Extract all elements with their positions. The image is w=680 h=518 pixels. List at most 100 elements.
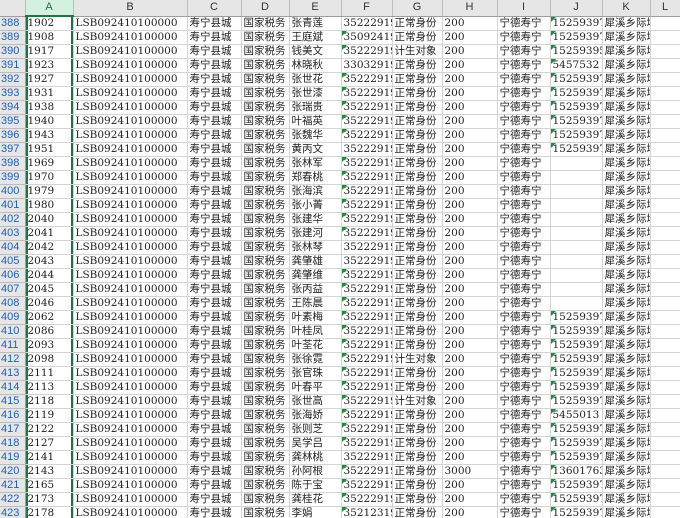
cell-col-h[interactable]: 200 (442, 324, 498, 339)
cell-col-g[interactable]: 计生对象 (392, 394, 443, 409)
row-header[interactable]: 391 (0, 58, 26, 73)
cell-col-a[interactable]: 2086 (25, 324, 74, 339)
cell-col-e[interactable]: 王陈晨 (289, 296, 342, 311)
cell-col-j[interactable] (550, 282, 603, 297)
cell-col-d[interactable]: 国家税务 (241, 156, 290, 171)
cell-col-a[interactable]: 2042 (25, 240, 74, 255)
row-header[interactable]: 404 (0, 240, 26, 255)
cell-col-b[interactable]: LSB092410100000 (73, 240, 188, 255)
cell-col-h[interactable]: 200 (442, 422, 498, 437)
cell-col-d[interactable]: 国家税务 (241, 478, 290, 493)
cell-col-l[interactable] (650, 366, 680, 381)
cell-col-e[interactable]: 张世漆 (289, 86, 342, 101)
cell-col-c[interactable]: 寿宁县城 (187, 408, 242, 423)
cell-col-k[interactable]: 犀溪乡际坑村 (602, 338, 651, 353)
cell-col-b[interactable]: LSB092410100000 (73, 436, 188, 451)
cell-col-c[interactable]: 寿宁县城 (187, 352, 242, 367)
row-header[interactable]: 390 (0, 44, 26, 59)
cell-col-a[interactable]: 2143 (25, 464, 74, 479)
cell-col-a[interactable]: 2178 (25, 506, 74, 518)
cell-col-i[interactable]: 宁德寿宁 (497, 44, 551, 59)
cell-col-k[interactable]: 犀溪乡际坑村 (602, 352, 651, 367)
cell-col-j[interactable]: 15259397 (550, 422, 603, 437)
cell-col-g[interactable]: 正常身份 (392, 16, 443, 31)
cell-col-c[interactable]: 寿宁县城 (187, 226, 242, 241)
cell-col-e[interactable]: 龚桂花 (289, 492, 342, 507)
row-header[interactable]: 417 (0, 422, 26, 437)
cell-col-j[interactable] (550, 296, 603, 311)
cell-col-k[interactable]: 犀溪乡际坑村 (602, 436, 651, 451)
row-header[interactable]: 405 (0, 254, 26, 269)
cell-col-c[interactable]: 寿宁县城 (187, 506, 242, 518)
cell-col-k[interactable]: 犀溪乡际坑村 (602, 254, 651, 269)
cell-col-l[interactable] (650, 212, 680, 227)
cell-col-e[interactable]: 张丙益 (289, 282, 342, 297)
cell-col-k[interactable]: 犀溪乡际坑村 (602, 114, 651, 129)
cell-col-g[interactable]: 正常身份 (392, 506, 443, 518)
cell-col-b[interactable]: LSB092410100000 (73, 352, 188, 367)
cell-col-g[interactable]: 正常身份 (392, 296, 443, 311)
cell-col-j[interactable] (550, 198, 603, 213)
cell-col-h[interactable]: 200 (442, 142, 498, 157)
cell-col-f[interactable]: 35222919 (341, 422, 393, 437)
cell-col-j[interactable]: 15259397 (550, 366, 603, 381)
cell-col-f[interactable]: 35222919 (341, 282, 393, 297)
cell-col-i[interactable]: 宁德寿宁 (497, 198, 551, 213)
cell-col-a[interactable]: 1951 (25, 142, 74, 157)
cell-col-k[interactable]: 犀溪乡际坑村 (602, 128, 651, 143)
cell-col-a[interactable]: 1902 (25, 16, 74, 31)
cell-col-f[interactable]: 35222919 (341, 114, 393, 129)
cell-col-d[interactable]: 国家税务 (241, 296, 290, 311)
cell-col-j[interactable]: 15259397 (550, 324, 603, 339)
cell-col-i[interactable]: 宁德寿宁 (497, 268, 551, 283)
cell-col-g[interactable]: 正常身份 (392, 30, 443, 45)
cell-col-b[interactable]: LSB092410100000 (73, 296, 188, 311)
cell-col-l[interactable] (650, 170, 680, 185)
cell-col-l[interactable] (650, 240, 680, 255)
cell-col-j[interactable]: 15259397 (550, 16, 603, 31)
cell-col-b[interactable]: LSB092410100000 (73, 72, 188, 87)
cell-col-e[interactable]: 孙阿根 (289, 464, 342, 479)
cell-col-k[interactable]: 犀溪乡际坑村 (602, 226, 651, 241)
cell-col-j[interactable] (550, 268, 603, 283)
cell-col-i[interactable]: 宁德寿宁 (497, 254, 551, 269)
cell-col-d[interactable]: 国家税务 (241, 492, 290, 507)
cell-col-d[interactable]: 国家税务 (241, 450, 290, 465)
cell-col-j[interactable] (550, 254, 603, 269)
cell-col-a[interactable]: 2118 (25, 394, 74, 409)
cell-col-l[interactable] (650, 44, 680, 59)
cell-col-e[interactable]: 龚林桃 (289, 450, 342, 465)
cell-col-e[interactable]: 张建河 (289, 226, 342, 241)
cell-col-j[interactable] (550, 184, 603, 199)
cell-col-h[interactable]: 200 (442, 240, 498, 255)
cell-col-b[interactable]: LSB092410100000 (73, 478, 188, 493)
row-header[interactable]: 416 (0, 408, 26, 423)
cell-col-l[interactable] (650, 506, 680, 518)
cell-col-d[interactable]: 国家税务 (241, 254, 290, 269)
column-header[interactable]: L (650, 0, 680, 17)
cell-col-j[interactable] (550, 240, 603, 255)
row-header[interactable]: 413 (0, 366, 26, 381)
cell-col-g[interactable]: 正常身份 (392, 478, 443, 493)
cell-col-g[interactable]: 正常身份 (392, 380, 443, 395)
cell-col-h[interactable]: 200 (442, 338, 498, 353)
cell-col-c[interactable]: 寿宁县城 (187, 436, 242, 451)
cell-col-c[interactable]: 寿宁县城 (187, 86, 242, 101)
cell-col-f[interactable]: 35222919 (341, 156, 393, 171)
cell-col-l[interactable] (650, 100, 680, 115)
spreadsheet-grid[interactable]: A B C D E F G H I J K L 388 1902 LSB092410… (0, 0, 680, 518)
cell-col-e[interactable]: 张青莲 (289, 16, 342, 31)
cell-col-f[interactable]: 35222919 (341, 450, 393, 465)
cell-col-j[interactable]: 15259397 (550, 100, 603, 115)
cell-col-i[interactable]: 宁德寿宁 (497, 338, 551, 353)
cell-col-a[interactable]: 2041 (25, 226, 74, 241)
cell-col-d[interactable]: 国家税务 (241, 212, 290, 227)
cell-col-i[interactable]: 宁德寿宁 (497, 156, 551, 171)
cell-col-k[interactable]: 犀溪乡际坑村 (602, 58, 651, 73)
row-header[interactable]: 421 (0, 478, 26, 493)
cell-col-b[interactable]: LSB092410100000 (73, 408, 188, 423)
cell-col-a[interactable]: 1940 (25, 114, 74, 129)
cell-col-j[interactable]: 15259397 (550, 492, 603, 507)
row-header[interactable]: 414 (0, 380, 26, 395)
cell-col-e[interactable]: 张林琴 (289, 240, 342, 255)
